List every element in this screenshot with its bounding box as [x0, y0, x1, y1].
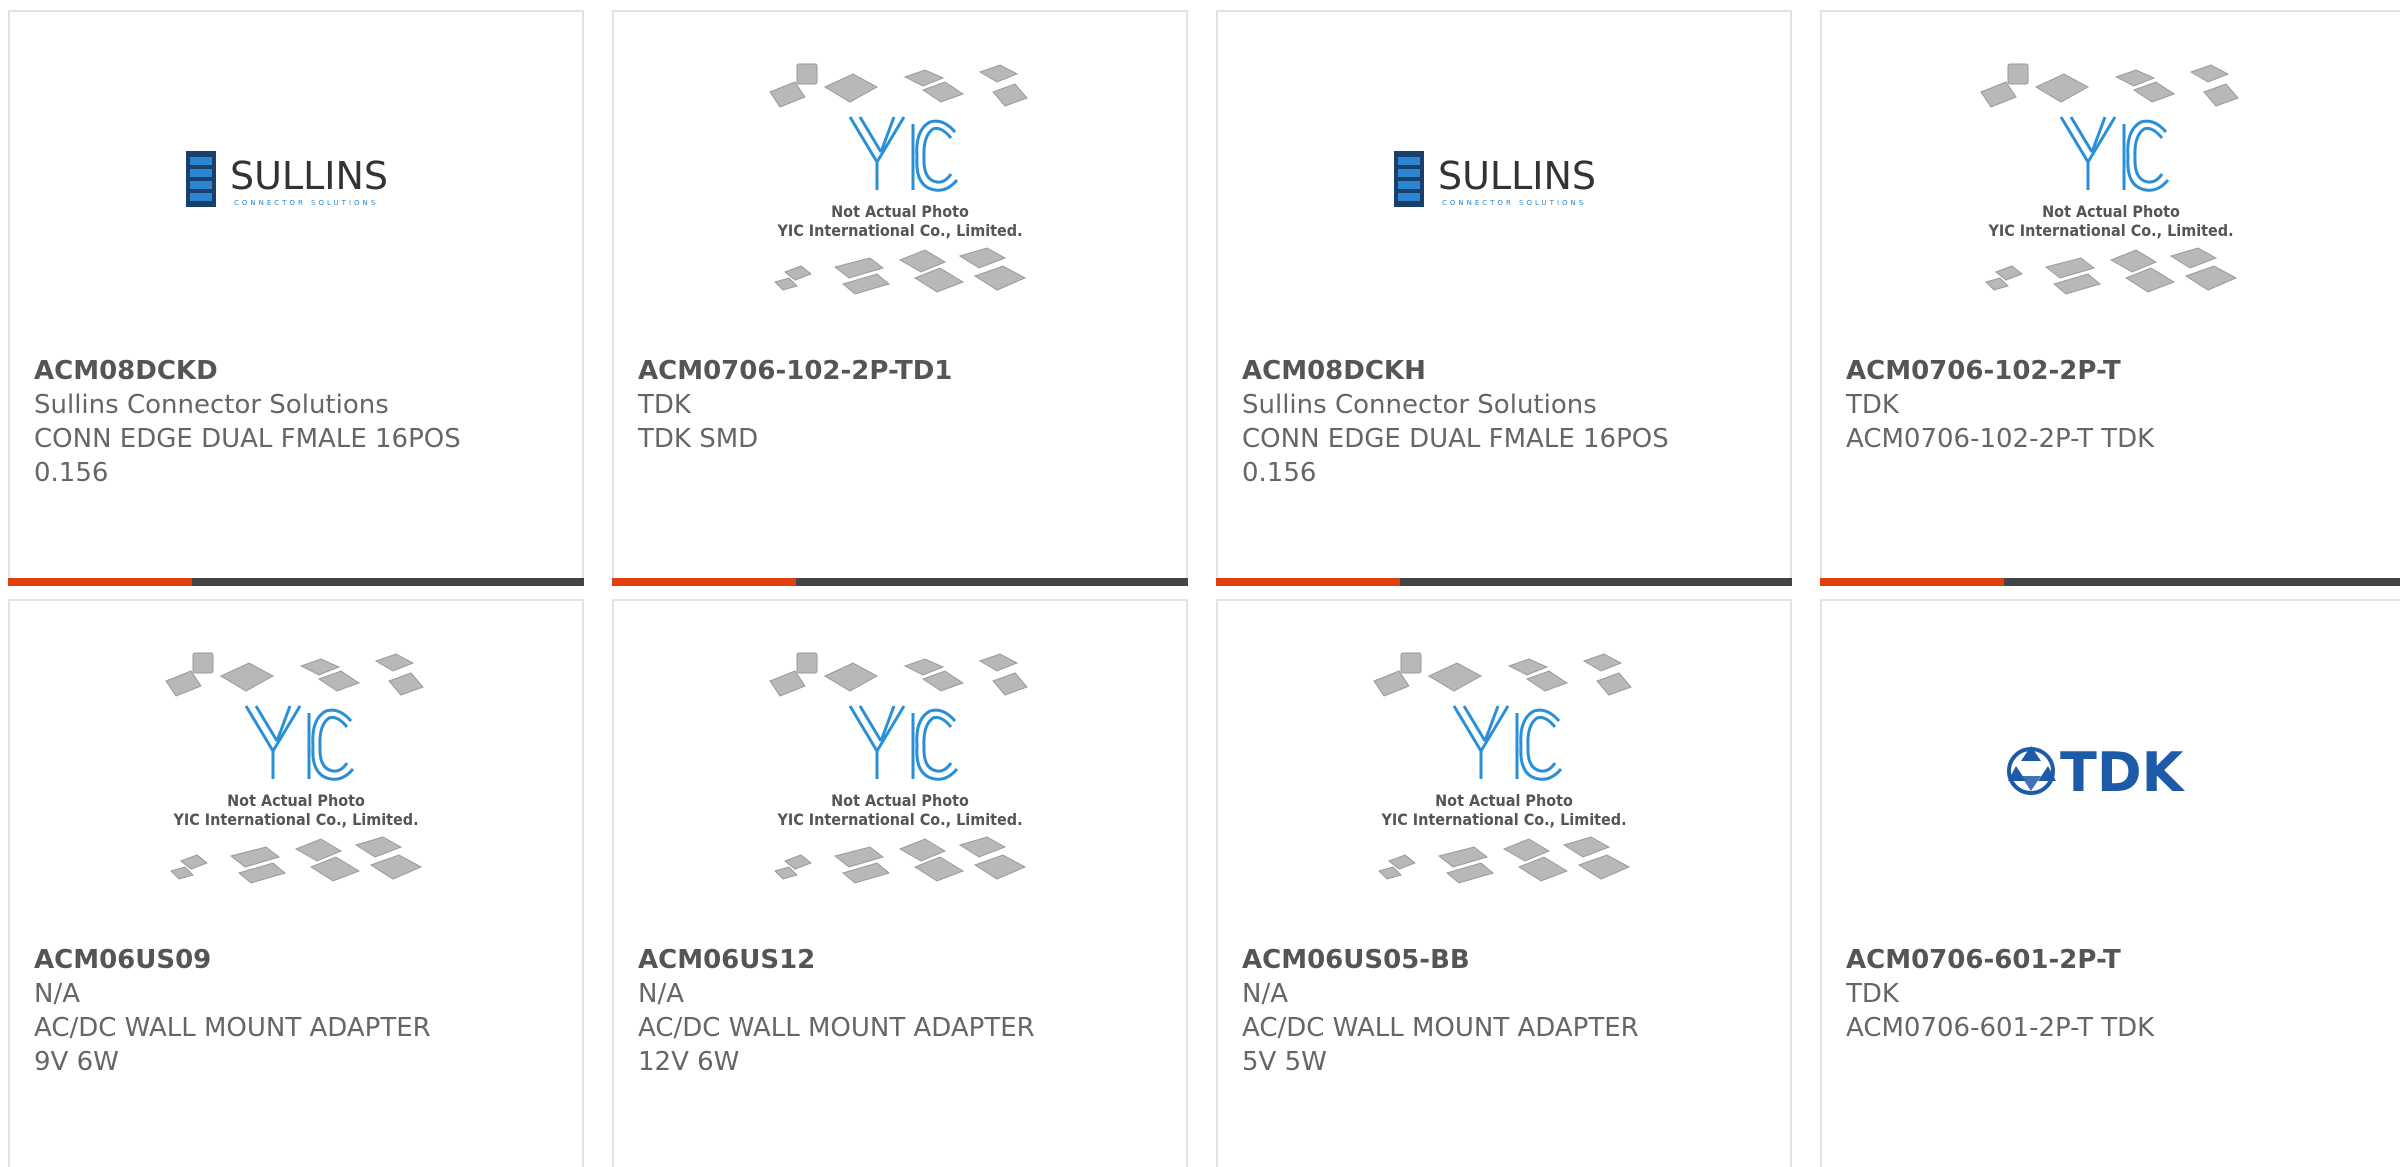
product-card[interactable]: SULLINS CONNECTOR SOLUTIONS ACM08DCKD Su…: [8, 10, 584, 586]
part-number[interactable]: ACM0706-102-2P-T: [1846, 354, 2380, 388]
sullins-logo: SULLINS CONNECTOR SOLUTIONS: [1394, 151, 1596, 207]
description: TDK SMD: [638, 424, 759, 454]
product-image[interactable]: Not Actual Photo YIC International Co., …: [10, 601, 582, 941]
svg-text:YIC International Co., Limited: YIC International Co., Limited.: [1380, 810, 1626, 829]
svg-text:YIC International Co., Limited: YIC International Co., Limited.: [776, 221, 1022, 240]
description-extra: 9V 6W: [34, 1047, 119, 1077]
product-card[interactable]: Not Actual Photo YIC International Co., …: [1216, 599, 1792, 1167]
svg-text:YIC International Co., Limited: YIC International Co., Limited.: [1987, 221, 2233, 240]
yic-placeholder-image: Not Actual Photo YIC International Co., …: [1980, 63, 2239, 295]
product-card[interactable]: SULLINS CONNECTOR SOLUTIONS ACM08DCKH Su…: [1216, 10, 1792, 586]
product-image[interactable]: SULLINS CONNECTOR SOLUTIONS: [10, 12, 582, 352]
yic-placeholder-image: Not Actual Photo YIC International Co., …: [769, 63, 1028, 295]
yic-placeholder-image: Not Actual Photo YIC International Co., …: [769, 652, 1028, 884]
product-image[interactable]: Not Actual Photo YIC International Co., …: [614, 601, 1186, 941]
svg-text:Not Actual Photo: Not Actual Photo: [831, 791, 969, 810]
product-card[interactable]: Not Actual Photo YIC International Co., …: [612, 10, 1188, 586]
product-card[interactable]: Not Actual Photo YIC International Co., …: [8, 599, 584, 1167]
product-image[interactable]: TDK: [1822, 601, 2400, 941]
card-bottom-bar: [1820, 578, 2400, 586]
svg-text:YIC International Co., Limited: YIC International Co., Limited.: [776, 810, 1022, 829]
product-image[interactable]: Not Actual Photo YIC International Co., …: [1218, 601, 1790, 941]
card-bottom-bar: [1216, 578, 1792, 586]
manufacturer: TDK: [1846, 390, 1899, 420]
manufacturer: Sullins Connector Solutions: [34, 390, 389, 420]
product-image[interactable]: Not Actual Photo YIC International Co., …: [614, 12, 1186, 352]
svg-text:CONNECTOR SOLUTIONS: CONNECTOR SOLUTIONS: [234, 199, 378, 207]
description: ACM0706-601-2P-T TDK: [1846, 1013, 2155, 1043]
svg-text:TDK: TDK: [2060, 741, 2186, 801]
part-number[interactable]: ACM06US12: [638, 943, 1166, 977]
product-image[interactable]: SULLINS CONNECTOR SOLUTIONS: [1218, 12, 1790, 352]
description-extra: 12V 6W: [638, 1047, 740, 1077]
manufacturer: Sullins Connector Solutions: [1242, 390, 1597, 420]
part-number[interactable]: ACM06US09: [34, 943, 562, 977]
manufacturer: TDK: [638, 390, 691, 420]
manufacturer: N/A: [638, 979, 684, 1009]
svg-text:SULLINS: SULLINS: [230, 154, 388, 198]
svg-text:Not Actual Photo: Not Actual Photo: [831, 202, 969, 221]
tdk-logo: TDK: [2007, 741, 2186, 801]
svg-text:CONNECTOR SOLUTIONS: CONNECTOR SOLUTIONS: [1442, 199, 1586, 207]
product-card[interactable]: TDK ACM0706-601-2P-T TDK ACM0706-601-2P-…: [1820, 599, 2400, 1167]
manufacturer: N/A: [34, 979, 80, 1009]
description: AC/DC WALL MOUNT ADAPTER: [34, 1013, 431, 1043]
product-card[interactable]: Not Actual Photo YIC International Co., …: [1820, 10, 2400, 586]
svg-text:Not Actual Photo: Not Actual Photo: [2042, 202, 2180, 221]
yic-placeholder-image: Not Actual Photo YIC International Co., …: [1373, 652, 1632, 884]
part-number[interactable]: ACM08DCKH: [1242, 354, 1770, 388]
description: AC/DC WALL MOUNT ADAPTER: [1242, 1013, 1639, 1043]
manufacturer: N/A: [1242, 979, 1288, 1009]
description: AC/DC WALL MOUNT ADAPTER: [638, 1013, 1035, 1043]
product-image[interactable]: Not Actual Photo YIC International Co., …: [1822, 12, 2400, 352]
description: CONN EDGE DUAL FMALE 16POS: [1242, 424, 1669, 454]
svg-text:YIC International Co., Limited: YIC International Co., Limited.: [172, 810, 418, 829]
svg-text:Not Actual Photo: Not Actual Photo: [227, 791, 365, 810]
svg-text:Not Actual Photo: Not Actual Photo: [1435, 791, 1573, 810]
yic-placeholder-image: Not Actual Photo YIC International Co., …: [165, 652, 424, 884]
description: ACM0706-102-2P-T TDK: [1846, 424, 2155, 454]
manufacturer: TDK: [1846, 979, 1899, 1009]
part-number[interactable]: ACM08DCKD: [34, 354, 562, 388]
part-number[interactable]: ACM06US05-BB: [1242, 943, 1770, 977]
description-extra: 0.156: [1242, 458, 1317, 488]
description-extra: 0.156: [34, 458, 109, 488]
card-bottom-bar: [612, 578, 1188, 586]
svg-text:SULLINS: SULLINS: [1438, 154, 1596, 198]
part-number[interactable]: ACM0706-102-2P-TD1: [638, 354, 1166, 388]
description-extra: 5V 5W: [1242, 1047, 1327, 1077]
description: CONN EDGE DUAL FMALE 16POS: [34, 424, 461, 454]
card-bottom-bar: [8, 578, 584, 586]
part-number[interactable]: ACM0706-601-2P-T: [1846, 943, 2380, 977]
sullins-logo: SULLINS CONNECTOR SOLUTIONS: [186, 151, 388, 207]
product-grid: SULLINS CONNECTOR SOLUTIONS ACM08DCKD Su…: [0, 0, 2400, 1167]
product-card[interactable]: Not Actual Photo YIC International Co., …: [612, 599, 1188, 1167]
